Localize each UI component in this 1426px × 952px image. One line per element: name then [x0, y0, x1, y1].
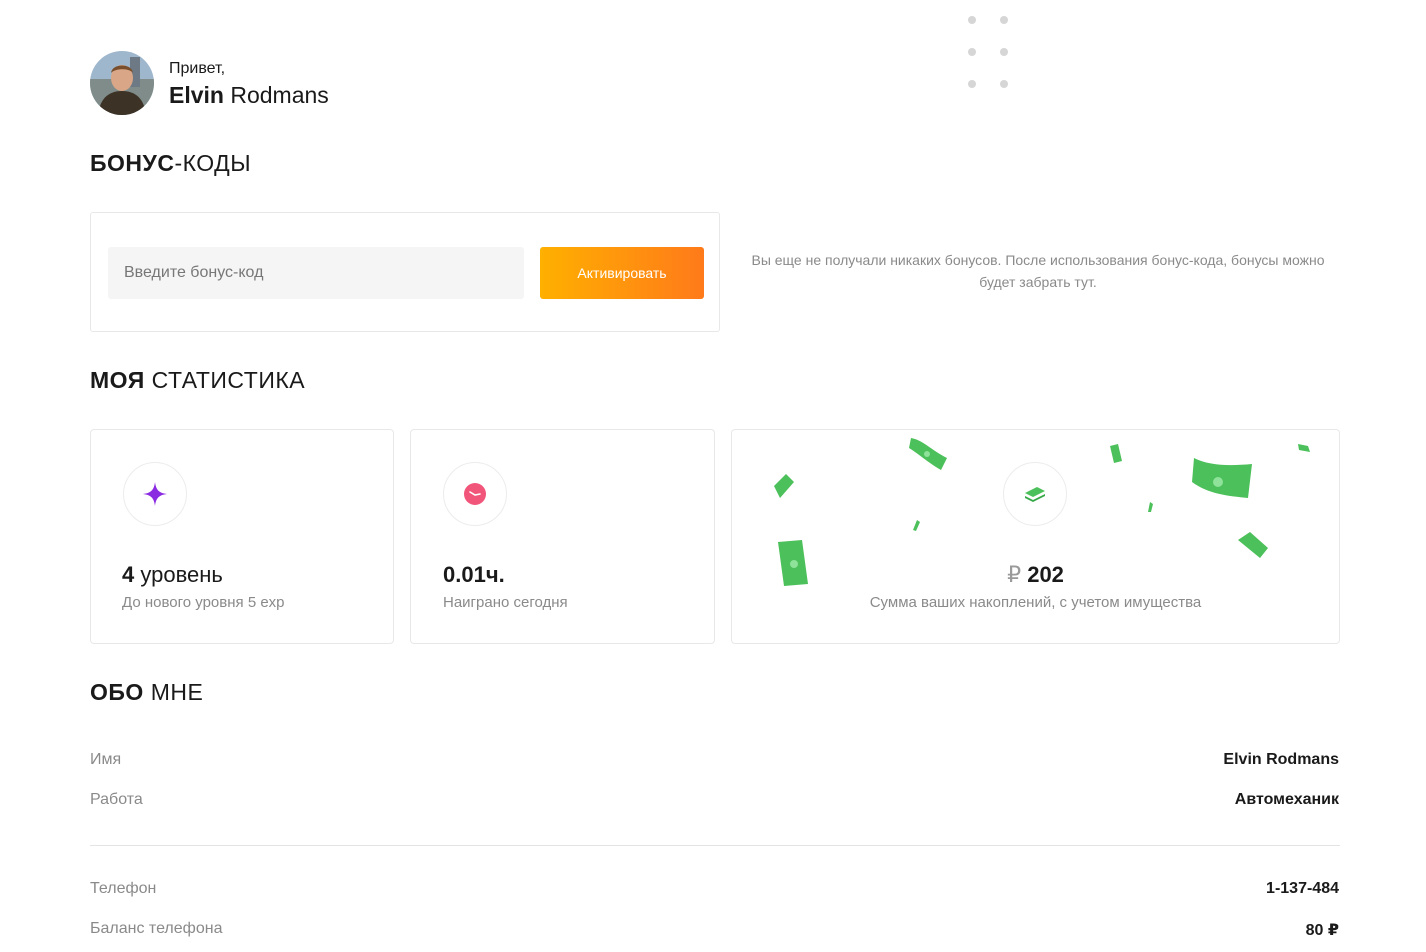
bonus-empty-note: Вы еще не получали никаких бонусов. Посл… [751, 252, 1325, 290]
level-card: 4 уровень До нового уровня 5 exp [90, 429, 394, 644]
stats-title-rest: СТАТИСТИКА [144, 367, 306, 393]
level-subtitle: До нового уровня 5 exp [122, 594, 285, 611]
money-bill-icon [1148, 502, 1153, 512]
bonus-code-input[interactable] [108, 247, 524, 299]
menu-dots-icon[interactable] [964, 12, 1012, 92]
playtime-number: 0.01ч. [443, 562, 505, 587]
money-bill-icon [1110, 444, 1122, 463]
stats-section-title: МОЯ СТАТИСТИКА [90, 367, 305, 394]
avatar [90, 51, 154, 115]
about-value-phone-balance: 80 ₽ [1305, 922, 1339, 939]
savings-card: ₽ 202 Сумма ваших накоплений, с учетом и… [731, 429, 1340, 644]
bonus-section-title: БОНУС-КОДЫ [90, 150, 251, 177]
about-title-rest: МНЕ [143, 679, 204, 705]
savings-number: 202 [1027, 562, 1064, 587]
playtime-subtitle: Наиграно сегодня [443, 594, 568, 611]
about-label-phone-balance: Баланс телефона [90, 920, 223, 937]
bonus-title-bold: БОНУС [90, 150, 175, 176]
currency-sign: ₽ [1007, 562, 1022, 587]
playtime-card: 0.01ч. Наиграно сегодня [410, 429, 715, 644]
about-label-name: Имя [90, 751, 122, 768]
divider [90, 845, 1340, 846]
about-value-name: Elvin Rodmans [1223, 751, 1339, 768]
about-value-job: Автомеханик [1234, 791, 1339, 808]
stats-title-bold: МОЯ [90, 367, 145, 393]
money-bill-icon [1238, 532, 1268, 558]
last-name: Rodmans [230, 82, 329, 108]
money-bill-icon [913, 520, 920, 531]
about-section-title: ОБО МНЕ [90, 679, 203, 706]
money-bill-icon [774, 474, 794, 498]
level-number: 4 [122, 562, 135, 587]
clock-icon [443, 462, 507, 526]
savings-subtitle: Сумма ваших накоплений, с учетом имущест… [869, 594, 1202, 611]
bonus-title-rest: -КОДЫ [174, 150, 252, 176]
cash-icon [1003, 462, 1067, 526]
bonus-code-panel: Активировать [90, 212, 720, 332]
sparkle-icon [123, 462, 187, 526]
activate-button[interactable]: Активировать [540, 247, 704, 299]
level-unit: уровень [134, 562, 223, 587]
playtime-value: 0.01ч. [443, 562, 505, 588]
user-name: Elvin Rodmans [169, 82, 329, 109]
about-title-bold: ОБО [90, 679, 144, 705]
profile-page: Привет, Elvin Rodmans БОНУС-КОДЫ Активир… [0, 0, 1426, 952]
level-value: 4 уровень [122, 562, 223, 588]
money-bill-icon [1298, 444, 1310, 452]
about-label-phone: Телефон [90, 880, 157, 897]
savings-value: ₽ 202 [732, 562, 1339, 588]
money-bill-icon [1192, 458, 1252, 498]
first-name: Elvin [169, 82, 224, 108]
greeting-text: Привет, [169, 60, 226, 77]
about-label-job: Работа [90, 791, 143, 808]
money-bill-icon [909, 438, 947, 470]
about-value-phone: 1-137-484 [1266, 880, 1339, 897]
